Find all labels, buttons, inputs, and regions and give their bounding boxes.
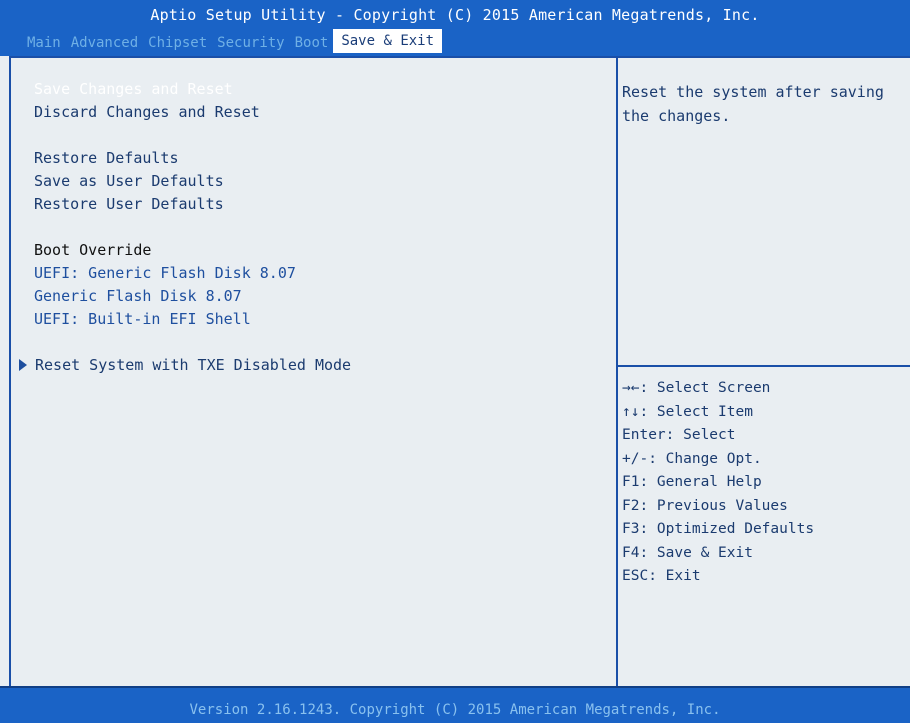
tab-bar: Main Advanced Chipset Security Boot Save…: [22, 29, 443, 53]
bios-screen: Aptio Setup Utility - Copyright (C) 2015…: [0, 0, 910, 723]
key-legend: →←: Select Screen ↑↓: Select Item Enter:…: [622, 377, 814, 589]
menu-item-boot-flash[interactable]: Generic Flash Disk 8.07: [34, 287, 242, 305]
version-text: Version 2.16.1243. Copyright (C) 2015 Am…: [189, 702, 721, 718]
key-select-screen: →←: Select Screen: [622, 380, 771, 396]
key-f3-defaults: F3: Optimized Defaults: [622, 521, 815, 537]
menu-item-restore-defaults[interactable]: Restore Defaults: [34, 149, 179, 167]
menu-item-restore-user-defaults[interactable]: Restore User Defaults: [34, 195, 224, 213]
key-f2-previous: F2: Previous Values: [622, 497, 788, 514]
menu-item-boot-efi-shell[interactable]: UEFI: Built-in EFI Shell: [34, 310, 251, 328]
key-f4-save-exit: F4: Save & Exit: [622, 544, 753, 561]
header-bar: Aptio Setup Utility - Copyright (C) 2015…: [0, 0, 910, 56]
key-enter-select: Enter: Select: [622, 427, 736, 443]
tab-chipset[interactable]: Chipset: [143, 33, 212, 53]
submenu-reset-txe[interactable]: Reset System with TXE Disabled Mode: [19, 356, 351, 374]
tab-security[interactable]: Security: [212, 33, 289, 53]
menu-item-discard-changes-reset[interactable]: Discard Changes and Reset: [34, 103, 260, 121]
window-title: Aptio Setup Utility - Copyright (C) 2015…: [150, 6, 760, 24]
submenu-reset-txe-label: Reset System with TXE Disabled Mode: [35, 356, 352, 374]
menu-item-boot-uefi-flash[interactable]: UEFI: Generic Flash Disk 8.07: [34, 264, 296, 282]
key-change-opt: +/-: Change Opt.: [622, 450, 762, 467]
tab-save-exit[interactable]: Save & Exit: [333, 29, 443, 53]
key-f1-help: F1: General Help: [622, 474, 762, 490]
tab-advanced[interactable]: Advanced: [66, 33, 143, 53]
menu-panel: Save Changes and Reset Discard Changes a…: [9, 56, 618, 688]
menu-item-save-changes-reset[interactable]: Save Changes and Reset: [34, 80, 233, 98]
key-esc-exit: ESC: Exit: [622, 568, 701, 584]
submenu-arrow-icon: [19, 359, 27, 371]
help-divider: [618, 365, 910, 367]
tab-boot[interactable]: Boot: [290, 33, 334, 53]
help-panel: Reset the system after saving the change…: [616, 56, 910, 688]
footer-bar: Version 2.16.1243. Copyright (C) 2015 Am…: [0, 686, 910, 723]
key-select-item: ↑↓: Select Item: [622, 403, 753, 420]
tab-main[interactable]: Main: [22, 33, 66, 53]
help-description: Reset the system after saving the change…: [622, 83, 884, 125]
section-label-boot-override: Boot Override: [34, 241, 152, 259]
menu-item-save-user-defaults[interactable]: Save as User Defaults: [34, 172, 224, 190]
